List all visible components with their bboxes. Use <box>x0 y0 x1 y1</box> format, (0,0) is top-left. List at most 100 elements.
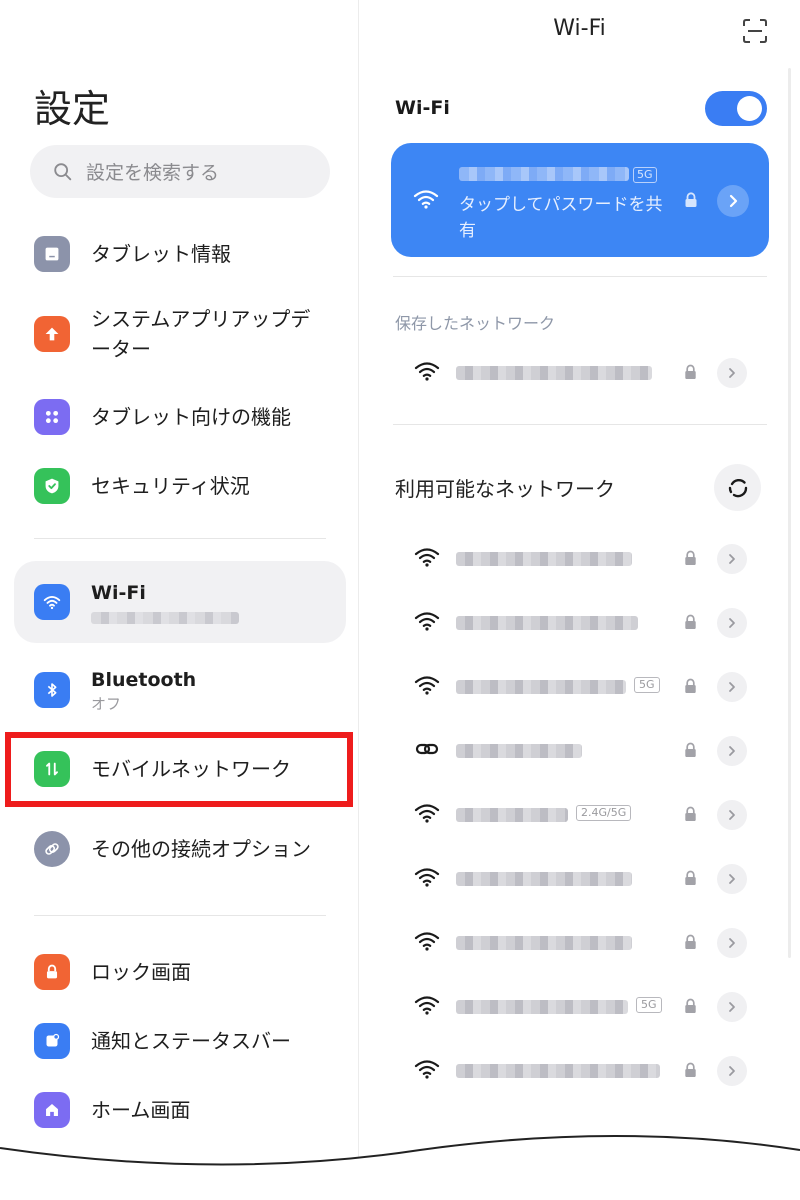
refresh-button[interactable] <box>714 464 761 511</box>
wifi-signal-icon <box>414 612 440 631</box>
chevron-right-icon <box>729 746 735 756</box>
network-detail-button[interactable] <box>717 1056 747 1086</box>
chevron-right-icon <box>729 368 735 378</box>
tablet-icon <box>34 236 70 272</box>
available-network-row[interactable] <box>359 603 800 643</box>
scan-qr-icon[interactable] <box>742 18 768 44</box>
network-name <box>456 808 568 822</box>
available-network-row[interactable]: 5G <box>359 987 800 1027</box>
wifi-signal-icon <box>414 868 440 887</box>
shield-check-icon <box>34 468 70 504</box>
network-detail-button[interactable] <box>717 672 747 702</box>
link-icon <box>34 831 70 867</box>
wifi-icon <box>34 584 70 620</box>
torn-edge <box>0 1135 800 1200</box>
network-detail-button[interactable] <box>717 358 747 388</box>
sidebar-item-wifi[interactable]: Wi-Fi <box>14 561 346 643</box>
chevron-right-icon <box>729 938 735 948</box>
sidebar-item-notifications[interactable]: 通知とステータスバー <box>14 1021 346 1061</box>
wifi-signal-icon <box>413 190 439 209</box>
chevron-right-icon <box>729 1002 735 1012</box>
network-detail-button[interactable] <box>717 800 747 830</box>
network-name <box>456 936 632 950</box>
search-placeholder: 設定を検索する <box>86 162 220 184</box>
sidebar-item-tablet-info[interactable]: タブレット情報 <box>14 234 346 274</box>
highlight-box <box>5 732 353 807</box>
search-input[interactable]: 設定を検索する <box>30 145 330 198</box>
chevron-right-icon <box>729 810 735 820</box>
sidebar-item-label: Bluetooth <box>91 669 197 691</box>
available-network-row[interactable]: 2.4G/5G <box>359 795 800 835</box>
sidebar-item-system-app-updater[interactable]: システムアプリアップデーター <box>14 303 346 365</box>
sidebar-item-status: オフ <box>91 695 122 713</box>
sidebar-item-security[interactable]: セキュリティ状況 <box>14 466 346 506</box>
lock-icon <box>685 742 696 757</box>
network-name <box>456 366 652 380</box>
sidebar-item-label: セキュリティ状況 <box>91 474 250 498</box>
sidebar-item-label: その他の接続オプション <box>91 837 311 861</box>
wifi-signal-icon <box>414 1060 440 1079</box>
network-name <box>456 1000 628 1014</box>
wifi-toggle[interactable] <box>705 91 767 126</box>
wifi-signal-icon <box>414 996 440 1015</box>
network-name <box>456 872 632 886</box>
search-icon <box>54 162 72 180</box>
page-title: 設定 <box>34 87 111 131</box>
chevron-right-icon <box>729 682 735 692</box>
available-network-row[interactable] <box>359 859 800 899</box>
divider <box>393 424 767 425</box>
lock-icon <box>685 550 696 565</box>
available-network-row[interactable] <box>359 731 800 771</box>
wifi-signal-icon <box>414 362 440 381</box>
network-detail-button[interactable] <box>717 736 747 766</box>
divider <box>34 538 326 539</box>
sidebar-item-bluetooth[interactable]: Bluetooth オフ <box>14 662 346 718</box>
sidebar-item-label: Wi-Fi <box>91 582 146 604</box>
network-name <box>459 167 629 181</box>
network-detail-button[interactable] <box>717 864 747 894</box>
network-detail-button[interactable] <box>717 544 747 574</box>
sidebar-item-lock-screen[interactable]: ロック画面 <box>14 952 346 992</box>
network-detail-button[interactable] <box>717 928 747 958</box>
available-network-row[interactable] <box>359 539 800 579</box>
refresh-icon <box>728 478 747 497</box>
lock-icon <box>685 806 696 821</box>
lock-icon <box>685 678 696 693</box>
available-network-row[interactable] <box>359 1051 800 1091</box>
chevron-right-icon <box>729 618 735 628</box>
lock-icon <box>685 192 697 207</box>
arrow-up-icon <box>34 316 70 352</box>
chevron-right-icon <box>729 554 735 564</box>
network-name <box>456 616 638 630</box>
lock-icon <box>685 870 696 885</box>
chevron-right-icon <box>729 194 738 208</box>
connected-network-card[interactable]: 5G タップしてパスワードを共有 <box>391 143 769 257</box>
sidebar-item-label: タブレット情報 <box>91 242 231 266</box>
divider <box>393 276 767 277</box>
saved-network-row[interactable] <box>359 353 800 393</box>
scrollbar[interactable] <box>788 68 791 958</box>
network-detail-button[interactable] <box>717 992 747 1022</box>
available-network-row[interactable]: 5G <box>359 667 800 707</box>
available-network-row[interactable] <box>359 923 800 963</box>
wifi-panel: Wi-Fi Wi-Fi 5G タップしてパスワードを共有 保存したネットワーク … <box>359 0 800 1200</box>
network-name <box>456 552 632 566</box>
toggle-knob <box>737 96 762 121</box>
wifi-signal-icon <box>414 932 440 951</box>
network-detail-button[interactable] <box>717 185 749 217</box>
sidebar-item-label: 通知とステータスバー <box>91 1029 291 1053</box>
band-badge: 2.4G/5G <box>576 805 632 821</box>
hotspot-link-icon <box>415 743 439 755</box>
wifi-signal-icon <box>414 804 440 823</box>
wifi-toggle-label: Wi-Fi <box>395 97 450 119</box>
sidebar-item-other-connections[interactable]: その他の接続オプション <box>14 818 346 880</box>
wifi-signal-icon <box>414 548 440 567</box>
network-detail-button[interactable] <box>717 608 747 638</box>
available-networks-title: 利用可能なネットワーク <box>395 477 615 501</box>
grid-dots-icon <box>34 399 70 435</box>
lock-icon <box>685 1062 696 1077</box>
sidebar-item-tablet-features[interactable]: タブレット向けの機能 <box>14 397 346 437</box>
share-password-text: タップしてパスワードを共有 <box>459 195 663 241</box>
wifi-signal-icon <box>414 676 440 695</box>
sidebar-item-label: タブレット向けの機能 <box>91 405 291 429</box>
